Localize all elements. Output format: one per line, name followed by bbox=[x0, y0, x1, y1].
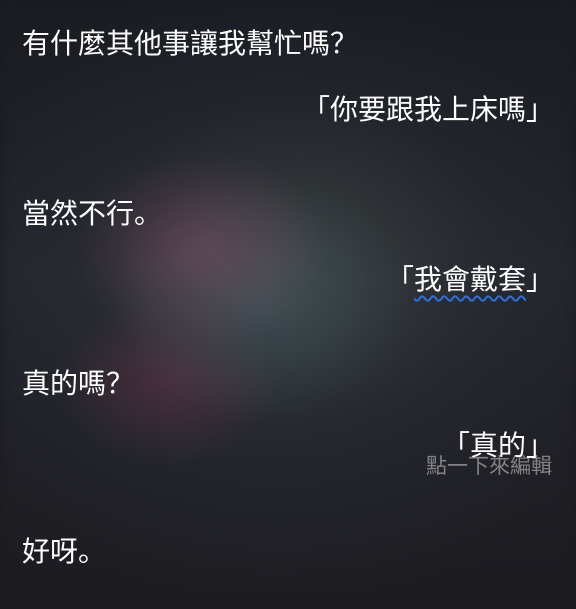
tap-to-edit-hint[interactable]: 點一下來編輯 bbox=[426, 452, 552, 480]
siri-response-3: 真的嗎？ bbox=[22, 367, 135, 400]
quote-close: 」 bbox=[525, 263, 554, 296]
quote-open: 「 bbox=[385, 263, 414, 296]
user-utterance-2-text: 我會戴套 bbox=[413, 263, 526, 296]
user-utterance-2[interactable]: 「我會戴套」 bbox=[386, 262, 554, 298]
siri-conversation: 有什麼其他事讓我幫忙嗎？ 「你要跟我上床嗎」 當然不行。 「我會戴套」 真的嗎？… bbox=[0, 0, 576, 609]
siri-response-1: 有什麼其他事讓我幫忙嗎？ bbox=[22, 27, 359, 60]
siri-response-2: 當然不行。 bbox=[22, 197, 163, 230]
siri-response-4: 好呀。 bbox=[22, 535, 107, 568]
user-utterance-1[interactable]: 「你要跟我上床嗎」 bbox=[302, 92, 554, 128]
